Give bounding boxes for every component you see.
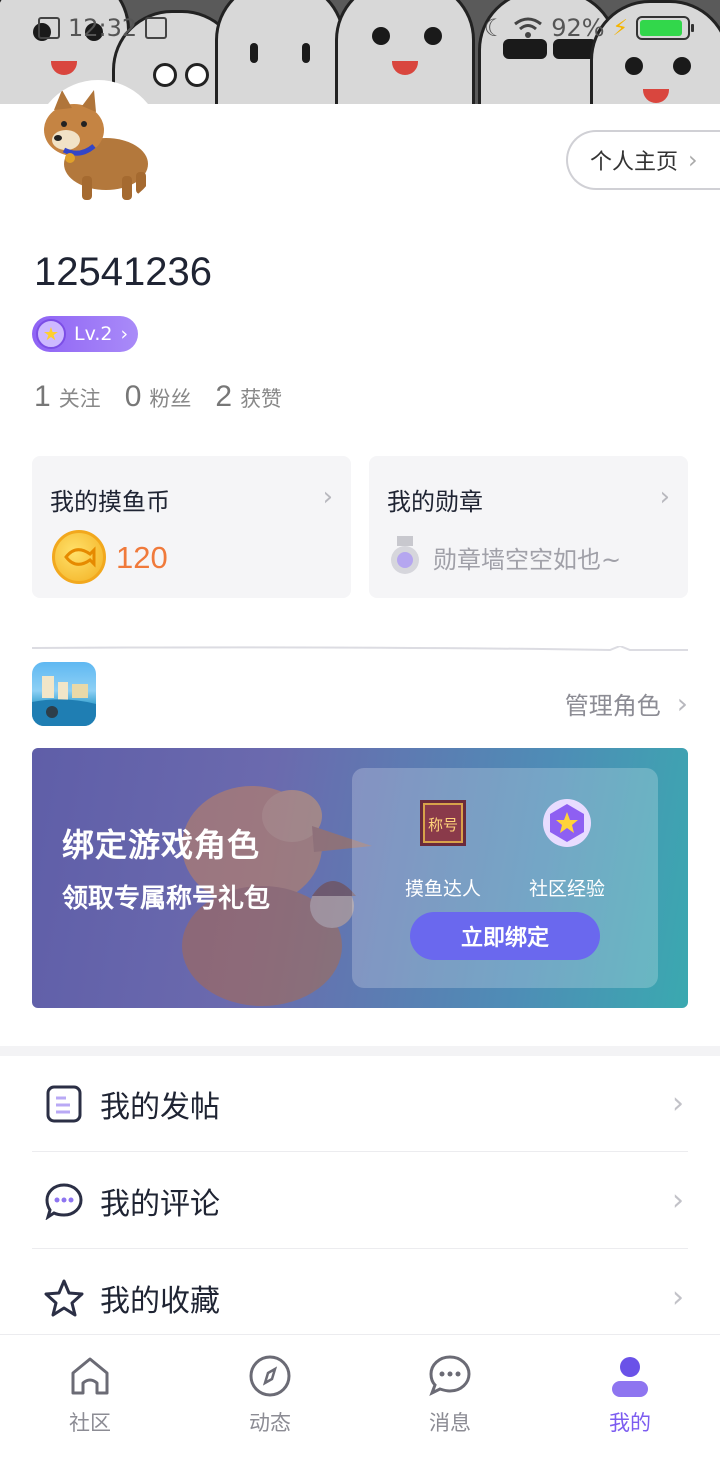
status-time: 12:32 [68,14,138,42]
star-icon [44,1278,84,1318]
medal-icon [391,536,419,574]
personal-homepage-button[interactable]: 个人主页 › [566,130,720,190]
menu-item-my-comments[interactable]: 我的评论 › [32,1153,688,1249]
profile-screen: 12:32 ☾ 92% ⚡ 个人主页 › 12541236 ★ Lv.2 › 1… [0,0,720,1460]
tab-label: 消息 [429,1411,471,1435]
level-badge[interactable]: ★ Lv.2 › [32,316,138,352]
reward-item: 称号 摸鱼达人 [388,798,498,901]
home-icon [71,1357,109,1395]
level-star-icon: ★ [36,319,66,349]
menu-item-my-posts[interactable]: 我的发帖 › [32,1056,688,1152]
stat-label: 粉丝 [149,387,192,411]
game-icon[interactable] [32,662,96,726]
notification-icon [38,17,60,39]
medals-empty-text: 勋章墙空空如也~ [433,546,622,574]
tab-messages[interactable]: 消息 [360,1335,540,1460]
chevron-right-icon: › [659,482,670,512]
stat-likes[interactable]: 2 获赞 [215,380,282,414]
status-right: ☾ 92% ⚡ [483,14,694,42]
tab-label: 社区 [69,1411,111,1435]
tab-community[interactable]: 社区 [0,1335,180,1460]
manage-role-link[interactable]: 管理角色 › [565,686,688,721]
personal-homepage-label: 个人主页 [590,150,679,175]
title-badge-text: 称号 [428,816,458,834]
fish-coin-icon [52,530,106,584]
moon-icon: ☾ [483,14,506,42]
chevron-right-icon: › [672,1183,684,1218]
section-divider [32,646,688,652]
notification-icon [145,17,168,39]
avatar[interactable] [34,80,162,208]
stat-followers[interactable]: 0 粉丝 [125,380,192,414]
reward-label: 摸鱼达人 [404,878,481,900]
community-exp-icon [543,799,591,847]
level-text: Lv.2 [74,323,113,345]
chevron-right-icon: › [672,1086,684,1121]
stat-value: 1 [34,380,51,413]
stat-following[interactable]: 1 关注 [34,380,101,414]
message-icon [429,1355,471,1397]
compass-icon [249,1355,291,1397]
chevron-right-icon: › [120,323,129,345]
bind-banner-title: 绑定游戏角色 [62,826,261,864]
tab-feed[interactable]: 动态 [180,1335,360,1460]
stat-label: 获赞 [240,387,283,411]
dog-avatar-image [44,90,148,200]
status-left: 12:32 [38,14,168,42]
bind-game-role-banner[interactable]: 绑定游戏角色 领取专属称号礼包 称号 摸鱼达人 社区经验 立即绑定 [32,748,688,1008]
menu-label: 我的发帖 [100,1089,220,1125]
tab-me[interactable]: 我的 [540,1335,720,1460]
coins-card[interactable]: 我的摸鱼币 › 120 [32,456,351,598]
manage-role-label: 管理角色 [564,692,661,720]
reward-item: 社区经验 [512,798,622,901]
title-badge-icon: 称号 [420,800,466,846]
stat-label: 关注 [58,387,101,411]
menu-label: 我的收藏 [100,1283,220,1319]
medals-card[interactable]: 我的勋章 › 勋章墙空空如也~ [369,456,688,598]
charging-icon: ⚡ [612,15,628,41]
user-icon [612,1357,648,1397]
chevron-right-icon: › [672,1280,684,1315]
stat-value: 0 [124,380,142,413]
battery-icon [636,16,694,40]
tab-label: 动态 [249,1411,291,1435]
chevron-right-icon: › [688,146,698,174]
bottom-tab-bar: 社区 动态 消息 我的 [0,1334,720,1460]
menu-item-my-favorites[interactable]: 我的收藏 › [32,1250,688,1346]
stat-value: 2 [215,380,233,413]
bind-banner-subtitle: 领取专属称号礼包 [62,884,271,914]
coins-value: 120 [116,540,168,575]
reward-label: 社区经验 [528,878,605,900]
coins-card-title: 我的摸鱼币 [50,488,170,516]
document-icon [44,1084,84,1124]
chevron-right-icon: › [676,687,688,720]
wifi-icon [514,17,543,38]
tab-label: 我的 [609,1411,651,1435]
username: 12541236 [34,250,212,294]
bind-now-button[interactable]: 立即绑定 [410,912,600,960]
menu-label: 我的评论 [100,1186,220,1222]
battery-percent: 92% [551,14,605,42]
reward-box: 称号 摸鱼达人 社区经验 立即绑定 [352,768,658,988]
profile-stats: 1 关注 0 粉丝 2 获赞 [34,380,282,414]
section-gap [0,1046,720,1056]
chevron-right-icon: › [322,482,333,512]
medals-card-title: 我的勋章 [387,488,483,516]
comment-icon [44,1181,84,1221]
status-bar: 12:32 ☾ 92% ⚡ [0,0,720,56]
